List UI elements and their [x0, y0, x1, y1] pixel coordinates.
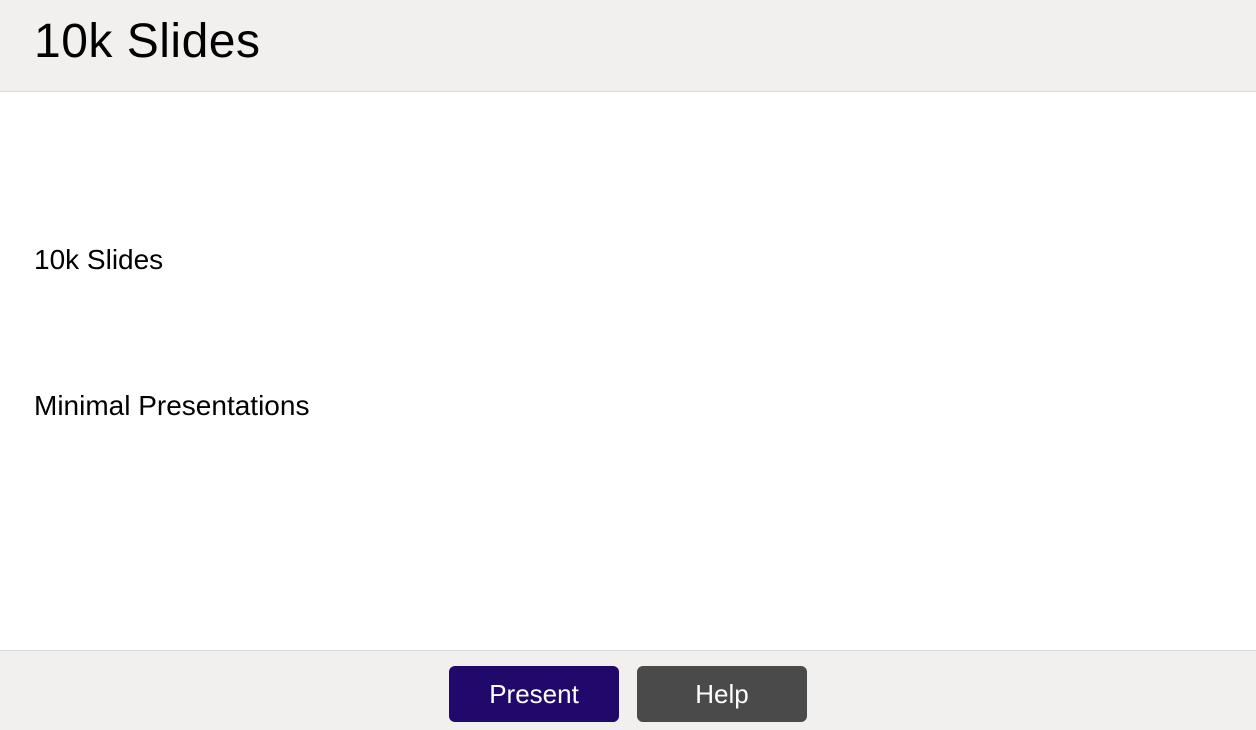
content-line: 10k Slides: [34, 240, 1222, 279]
header-bar: 10k Slides: [0, 0, 1256, 92]
content-line: Minimal Presentations: [34, 386, 1222, 425]
footer-bar: Present Help: [0, 650, 1256, 730]
content-blank-line: [34, 532, 1222, 594]
app-title: 10k Slides: [34, 14, 1222, 69]
editor-content[interactable]: 10k Slides Minimal Presentations Get Sta…: [0, 92, 1256, 650]
help-button[interactable]: Help: [637, 666, 807, 722]
present-button[interactable]: Present: [449, 666, 619, 722]
